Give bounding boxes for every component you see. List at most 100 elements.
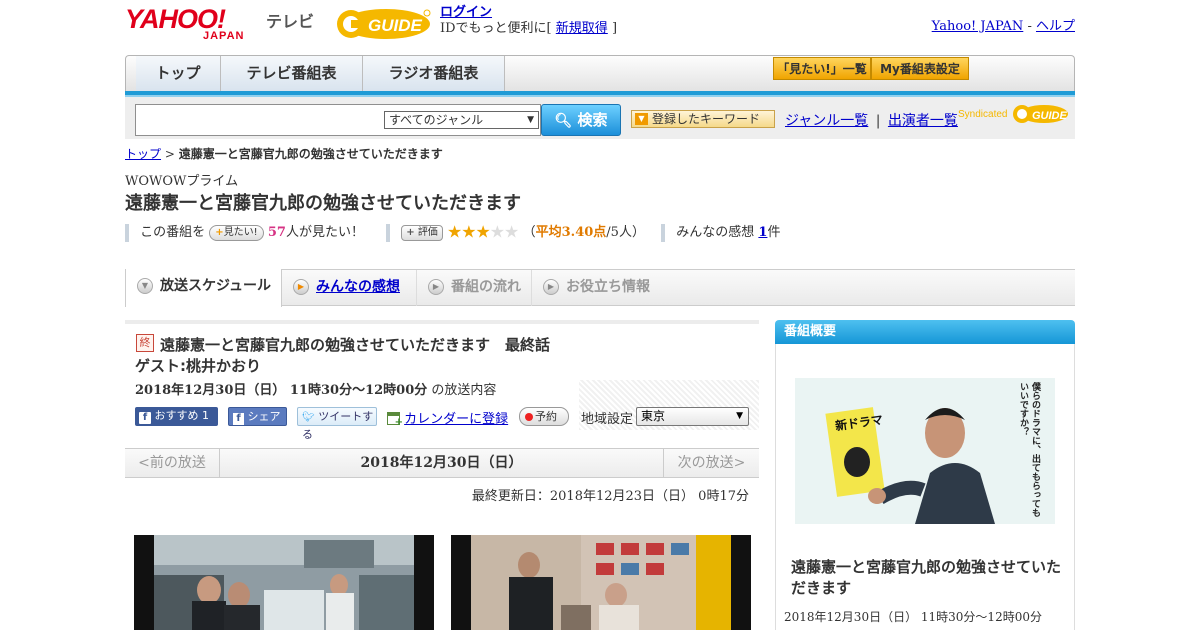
rating-count: /5人）	[606, 225, 645, 240]
poster-vertical-text: 僕らのドラマに、出てもらってもいいですか？	[1018, 382, 1040, 517]
my-schedule-button[interactable]: My番組表設定	[871, 57, 969, 80]
dropdown-arrow-icon: ▼	[736, 411, 743, 421]
registered-keyword-button[interactable]: ▼ 登録したキーワード	[631, 110, 775, 128]
tweet-button[interactable]: 🐦︎ ツイートする	[297, 407, 377, 441]
star-icon: ★	[446, 222, 462, 243]
mitai-list-button[interactable]: 「見たい!」一覧	[773, 57, 871, 80]
page-title: 遠藤憲一と宮藤官九郎の勉強させていただきます	[125, 193, 521, 214]
yahoo-japan-link[interactable]: Yahoo! JAPAN	[932, 19, 1024, 34]
registered-keyword-label: 登録したキーワード	[652, 112, 761, 126]
yahoo-logo-text: YAHOO!	[125, 4, 226, 34]
chevron-right-icon: ▶	[293, 279, 309, 295]
region-label: 地域設定	[581, 412, 634, 427]
mitai-button[interactable]: +見たい!	[209, 224, 264, 241]
yahoo-japan-logo[interactable]: YAHOO! JAPAN	[125, 4, 263, 43]
facebook-icon: f	[233, 413, 244, 425]
region-select[interactable]: 東京 ▼	[636, 407, 749, 426]
episode-photo-2[interactable]	[451, 535, 751, 630]
facebook-recommend-button[interactable]: f おすすめ 1	[135, 407, 218, 426]
rate-button[interactable]: + 評価	[401, 224, 443, 241]
record-dot-icon	[525, 413, 533, 421]
plus-icon: +	[406, 226, 415, 238]
top-right-links: Yahoo! JAPAN - ヘルプ	[932, 15, 1075, 34]
rate-button-label: 評価	[417, 226, 438, 238]
breadcrumb-home[interactable]: トップ	[125, 147, 161, 161]
login-sub-prefix: IDでもっと便利に[	[440, 21, 552, 36]
svg-text:GUIDE: GUIDE	[368, 16, 423, 35]
episode-title: 遠藤憲一と宮藤官九郎の勉強させていただきます 最終話	[160, 336, 551, 354]
genre-list-link[interactable]: ジャンル一覧	[785, 113, 868, 129]
twitter-bird-icon: 🐦︎	[302, 412, 315, 423]
star-empty-icon: ★	[489, 222, 505, 243]
search-button[interactable]: 🔍︎ 検索	[541, 104, 621, 136]
gguide-logo-graphic: GUIDE	[337, 9, 431, 39]
tab-label: 番組の流れ	[451, 279, 521, 295]
air-time-value: 2018年12月30日（日） 11時30分～12時00分	[135, 383, 428, 398]
facebook-share-button[interactable]: f シェア	[228, 407, 287, 426]
tab-useful-info: ▶ お役立ち情報	[532, 270, 662, 306]
dropdown-arrow-icon: ▼	[527, 115, 534, 125]
previous-broadcast-button[interactable]: <前の放送	[125, 449, 220, 477]
air-time-suffix: の放送内容	[427, 383, 497, 398]
tab-program-flow: ▶ 番組の流れ	[417, 270, 532, 306]
search-button-label: 検索	[577, 111, 608, 129]
side-program-title: 遠藤憲一と宮藤官九郎の勉強させていただきます	[791, 558, 1062, 597]
star-icon: ★	[461, 222, 476, 243]
reserve-button[interactable]: 予約	[519, 407, 569, 426]
login-box: ログイン IDでもっと便利に[ 新規取得 ]	[440, 5, 617, 37]
search-links: ジャンル一覧 | 出演者一覧	[785, 110, 958, 130]
svg-text:GUIDE: GUIDE	[1032, 110, 1068, 122]
tab-label: 放送スケジュール	[160, 278, 272, 294]
program-poster-image: 新ドラマ 僕らのドラマに、出てもらってもいいですか？	[795, 378, 1055, 524]
divider	[661, 223, 666, 242]
calendar-register-link[interactable]: カレンダーに登録	[404, 412, 508, 427]
share-row: f おすすめ 1 f シェア 🐦︎ ツイートする + カレンダーに登録 予約 地…	[135, 407, 755, 441]
gguide-logo[interactable]: GUIDE	[334, 6, 432, 42]
link-divider: |	[875, 113, 881, 129]
calendar-icon: +	[387, 412, 403, 428]
next-broadcast-button[interactable]: 次の放送>	[663, 449, 759, 477]
reviews-label: みんなの感想	[676, 225, 755, 240]
star-icon: ★	[475, 222, 490, 243]
nav-tab-radio-schedule[interactable]: ラジオ番組表	[363, 56, 505, 92]
nav-tab-tv-schedule[interactable]: テレビ番組表	[221, 56, 363, 92]
episode-air-time: 2018年12月30日（日） 11時30分～12時00分 の放送内容	[135, 379, 496, 398]
help-link[interactable]: ヘルプ	[1036, 19, 1075, 34]
tv-logo-text[interactable]: テレビ	[266, 8, 314, 32]
japan-logo-text: JAPAN	[203, 30, 245, 42]
current-broadcast-date: 2018年12月30日（日）	[360, 455, 523, 471]
reviews-suffix: 件	[767, 225, 781, 240]
rating-prefix: （	[522, 225, 536, 240]
hospital-storage-scene-image	[471, 535, 731, 630]
nav-tab-top[interactable]: トップ	[136, 56, 221, 92]
genre-selected-value: すべてのジャンル	[389, 113, 484, 127]
side-program-time: 2018年12月30日（日） 11時30分～12時00分	[784, 610, 1042, 624]
main-nav: トップ テレビ番組表 ラジオ番組表 「見たい!」一覧 My番組表設定	[125, 55, 1075, 92]
star-empty-icon: ★	[503, 222, 519, 243]
genre-select[interactable]: すべてのジャンル ▼	[384, 111, 539, 129]
facebook-recommend-label: おすすめ 1	[154, 409, 210, 422]
breadcrumb: トップ > 遠藤憲一と宮藤官九郎の勉強させていただきます	[125, 145, 443, 162]
chevron-down-icon: ▼	[137, 278, 153, 294]
program-overview-header: 番組概要	[775, 320, 1075, 344]
episode-photo-1[interactable]	[134, 535, 434, 630]
gguide-mini-icon: GUIDE	[1013, 105, 1068, 123]
performer-list-link[interactable]: 出演者一覧	[888, 113, 958, 129]
broadcast-pager: <前の放送 2018年12月30日（日） 次の放送>	[125, 448, 759, 478]
divider	[125, 223, 129, 242]
tab-broadcast-schedule[interactable]: ▼ 放送スケジュール	[125, 269, 282, 307]
login-link[interactable]: ログイン	[440, 5, 492, 20]
register-link[interactable]: 新規取得	[556, 21, 608, 36]
facebook-icon: f	[139, 412, 151, 424]
plus-icon: +	[215, 226, 224, 238]
channel-name: WOWOWプライム	[125, 174, 239, 189]
search-icon: 🔍︎	[554, 113, 573, 129]
program-stats-row: この番組を +見たい! 57人が見たい！ + 評価 ★★★★★ （平均3.40点…	[125, 221, 781, 243]
calendar-register[interactable]: + カレンダーに登録	[387, 408, 508, 428]
rating-stars: ★★★★★	[447, 223, 523, 243]
this-program-label: この番組を	[140, 225, 206, 240]
chevron-right-icon: ▶	[428, 279, 444, 295]
tab-everyone-reviews[interactable]: ▶ みんなの感想	[282, 270, 417, 306]
breadcrumb-current: 遠藤憲一と宮藤官九郎の勉強させていただきます	[178, 147, 443, 161]
syndicated-text: Syndicated	[958, 109, 1008, 120]
